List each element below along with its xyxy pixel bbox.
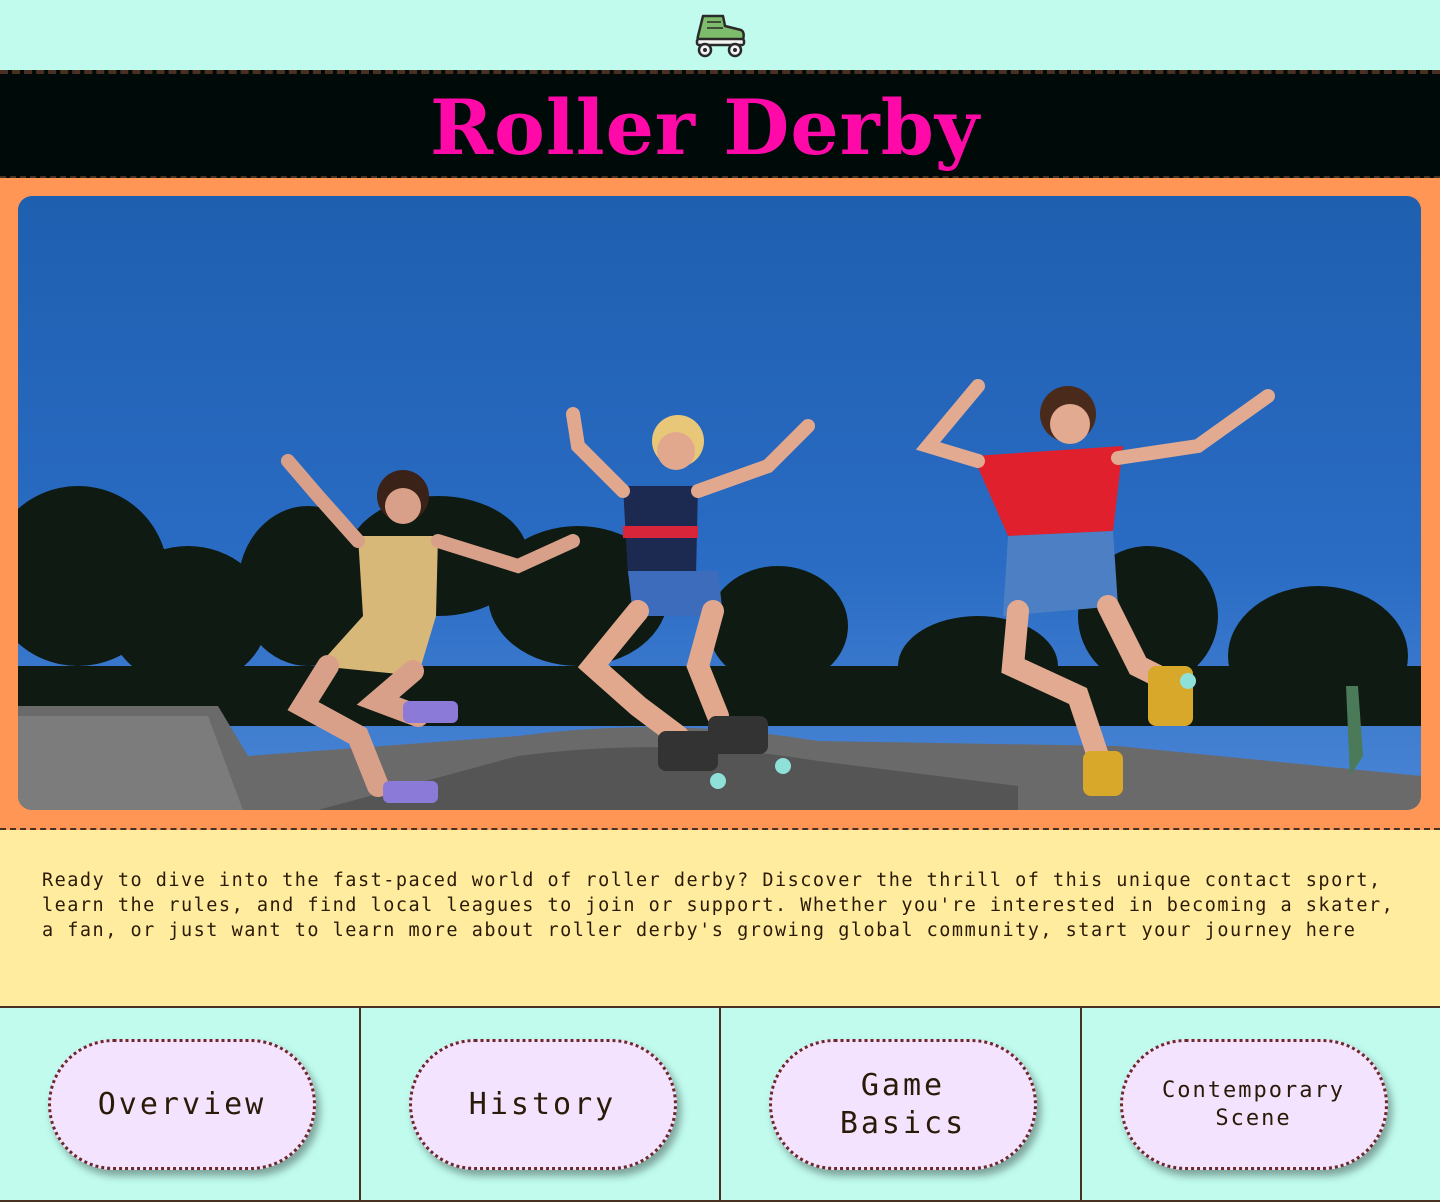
overview-button[interactable]: Overview xyxy=(48,1039,316,1170)
game-basics-button[interactable]: Game Basics xyxy=(769,1039,1037,1170)
top-bar xyxy=(0,0,1440,70)
history-button[interactable]: History xyxy=(408,1039,677,1170)
page-title: Roller Derby xyxy=(429,83,981,172)
overview-label: Overview xyxy=(97,1086,267,1122)
hero-band xyxy=(0,178,1440,830)
title-band: Roller Derby xyxy=(0,70,1440,178)
game-basics-label: Game Basics xyxy=(839,1067,967,1141)
contemporary-scene-label: Contemporary Scene xyxy=(1162,1077,1345,1131)
history-label: History xyxy=(468,1086,617,1122)
nav-cell-contemporary-scene: Contemporary Scene xyxy=(1081,1008,1440,1200)
roller-skate-icon[interactable] xyxy=(693,12,747,58)
intro-section: Ready to dive into the fast-paced world … xyxy=(0,830,1440,1008)
nav-cell-history: History xyxy=(360,1008,721,1200)
nav-cell-overview: Overview xyxy=(0,1008,361,1200)
intro-text: Ready to dive into the fast-paced world … xyxy=(42,870,1395,941)
contemporary-scene-button[interactable]: Contemporary Scene xyxy=(1119,1039,1388,1170)
nav-grid: Overview History Game Basics Contemporar… xyxy=(0,1008,1440,1202)
nav-cell-game-basics: Game Basics xyxy=(721,1008,1082,1200)
hero-image xyxy=(18,196,1421,810)
